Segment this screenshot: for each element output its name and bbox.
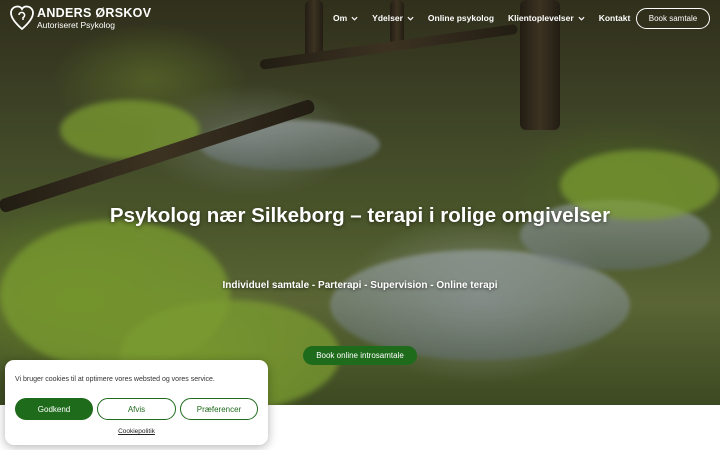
nav-item-klientoplevelser[interactable]: Klientoplevelser (508, 13, 585, 23)
nav-item-online-psykolog[interactable]: Online psykolog (428, 13, 494, 23)
chevron-down-icon (407, 16, 414, 21)
hero-overlay (0, 0, 720, 405)
hero-background (0, 0, 720, 405)
accept-cookies-button[interactable]: Godkend (15, 398, 93, 420)
nav-item-label: Klientoplevelser (508, 13, 574, 23)
brand-name: ANDERS ØRSKOV (37, 5, 152, 20)
nav-item-label: Kontakt (598, 13, 631, 23)
nav-item-label: Online psykolog (427, 13, 495, 23)
heart-head-logo-icon (10, 5, 34, 31)
site-header: ANDERS ØRSKOV Autoriseret Psykolog Om Yd… (0, 0, 720, 38)
hero-title: Psykolog nær Silkeborg – terapi i rolige… (109, 204, 611, 227)
cookie-preferences-button[interactable]: Præferencer (180, 398, 258, 420)
site-logo[interactable]: ANDERS ØRSKOV Autoriseret Psykolog (10, 5, 151, 31)
cookie-banner: Vi bruger cookies til at optimere vores … (5, 360, 268, 445)
chevron-down-icon (578, 16, 585, 21)
nav-item-om[interactable]: Om (333, 13, 358, 23)
cookie-policy-link[interactable]: Cookiepolitik (5, 428, 268, 435)
book-intro-button[interactable]: Book online introsamtale (303, 346, 417, 365)
brand-subtitle: Autoriseret Psykolog (37, 20, 115, 30)
nav-item-label: Ydelser (372, 13, 403, 23)
main-nav: Om Ydelser Online psykolog Klientoplevel… (333, 13, 644, 23)
nav-item-label: Om (333, 13, 348, 23)
book-session-button[interactable]: Book samtale (636, 8, 710, 29)
hero-subtitle: Individuel samtale - Parterapi - Supervi… (222, 280, 498, 291)
chevron-down-icon (351, 16, 358, 21)
nav-item-kontakt[interactable]: Kontakt (599, 13, 631, 23)
cookie-message: Vi bruger cookies til at optimere vores … (15, 376, 215, 383)
nav-item-ydelser[interactable]: Ydelser (372, 13, 414, 23)
deny-cookies-button[interactable]: Afvis (97, 398, 176, 420)
